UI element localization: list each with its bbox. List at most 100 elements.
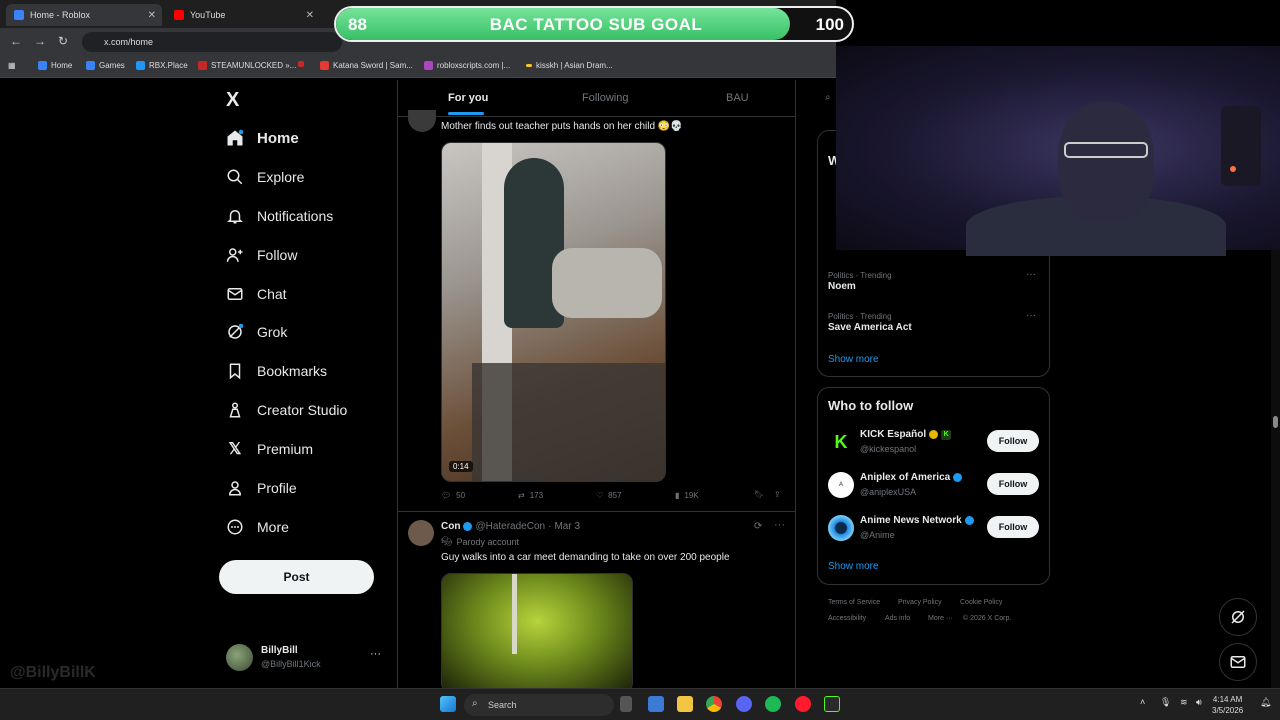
bookmark-kisskh[interactable]: kisskh | Asian Dram... [526, 61, 613, 70]
avatar [226, 644, 253, 671]
discord-icon[interactable] [736, 696, 752, 712]
bookmark-katana-sword[interactable]: Katana Sword | Sam... [320, 61, 413, 70]
avatar[interactable] [408, 520, 434, 546]
apps-grid-icon[interactable]: ▦ [8, 61, 16, 70]
nav-item-home[interactable]: Home [226, 126, 299, 150]
avatar[interactable] [408, 110, 436, 132]
x-logo[interactable]: X [226, 89, 239, 112]
suggestion-handle[interactable]: @kickespanol [860, 444, 916, 454]
tab-bau[interactable]: BAU [726, 92, 749, 104]
system-clock[interactable]: 4:14 AM 3/5/2026 [1212, 694, 1243, 716]
chevron-up-icon[interactable]: ˄ [1140, 697, 1145, 707]
scrollbar-thumb[interactable] [1273, 416, 1278, 428]
footer-cookie-link[interactable]: Cookie Policy [960, 599, 1002, 606]
nav-item-more[interactable]: More [226, 515, 289, 539]
nav-item-premium[interactable]: 𝕏 Premium [226, 437, 313, 461]
bookmark-home[interactable]: Home [38, 61, 72, 70]
follow-button[interactable]: Follow [987, 516, 1039, 538]
trend-item-save-america-act[interactable]: Save America Act [828, 322, 912, 333]
footer-copyright: © 2026 X Corp. [963, 615, 1012, 622]
grok-post-icon[interactable]: ⟳ [754, 521, 762, 532]
more-dots-icon[interactable]: ··· [370, 648, 381, 660]
nav-item-profile[interactable]: Profile [226, 476, 297, 500]
grok-fab-button[interactable] [1219, 598, 1257, 636]
taskbar-search[interactable]: ⌕ Search [464, 694, 614, 716]
post-video[interactable] [441, 573, 633, 688]
follow-button[interactable]: Follow [987, 430, 1039, 452]
footer-privacy-link[interactable]: Privacy Policy [898, 599, 942, 606]
bookmark-unnamed[interactable] [298, 61, 308, 67]
goal-title: BAC TATTOO SUB GOAL [489, 15, 703, 34]
messages-fab-button[interactable] [1219, 643, 1257, 681]
author-name[interactable]: Con [441, 521, 460, 532]
suggestion-handle[interactable]: @aniplexUSA [860, 487, 916, 497]
nav-item-creator-studio[interactable]: Creator Studio [226, 398, 347, 422]
bookmark-label: Home [51, 61, 73, 70]
bookmark-rbx-place[interactable]: RBX.Place [136, 61, 188, 70]
nav-item-explore[interactable]: Explore [226, 165, 304, 189]
author-handle[interactable]: @HateradeCon [475, 521, 545, 532]
browser-tab-youtube[interactable]: YouTube ✕ [166, 4, 320, 26]
nav-item-bookmarks[interactable]: Bookmarks [226, 359, 327, 383]
repost-button[interactable]: ⇄ 173 [518, 491, 543, 500]
spotify-icon[interactable] [765, 696, 781, 712]
reload-icon[interactable]: ↻ [58, 34, 68, 48]
follow-button[interactable]: Follow [987, 473, 1039, 495]
trend-item-noem[interactable]: Noem [828, 281, 856, 292]
avatar-kick[interactable]: K [828, 429, 854, 455]
notification-bell-icon[interactable]: 🔔︎ [1260, 697, 1271, 708]
more-dots-icon[interactable]: ··· [1026, 310, 1036, 321]
nav-item-grok[interactable]: Grok [226, 320, 287, 344]
show-more-trends-link[interactable]: Show more [828, 354, 879, 365]
url-field[interactable]: x.com/home [82, 32, 342, 52]
volume-icon[interactable]: 🔊︎ [1196, 697, 1202, 708]
chrome-icon[interactable] [706, 696, 722, 712]
footer-more-link[interactable]: More ··· [928, 615, 953, 622]
taskbar-app-icon[interactable] [824, 696, 840, 712]
tab-for-you[interactable]: For you [448, 92, 488, 104]
nav-item-chat[interactable]: Chat [226, 282, 287, 306]
more-dots-icon[interactable]: ··· [1026, 269, 1036, 280]
nav-item-notifications[interactable]: Notifications [226, 204, 333, 228]
microphone-icon[interactable]: 🎙︎ [1160, 697, 1171, 708]
footer-terms-link[interactable]: Terms of Service [828, 599, 880, 606]
browser-tab-roblox[interactable]: Home - Roblox ✕ [6, 4, 162, 26]
like-button[interactable]: ♡ 857 [596, 491, 622, 500]
post-video[interactable]: 0:14 [441, 142, 666, 482]
more-dots-icon[interactable]: ··· [774, 519, 785, 531]
bookmark-games[interactable]: Games [86, 61, 125, 70]
reply-button[interactable]: 💬︎ 50 [441, 491, 465, 500]
post-button[interactable]: Post [219, 560, 374, 594]
suggestion-handle[interactable]: @Anime [860, 530, 895, 540]
nav-label: Grok [257, 324, 288, 340]
taskbar-app-icon[interactable] [620, 696, 632, 712]
suggestion-name[interactable]: Anime News Network [860, 515, 974, 526]
bookmark-favicon-icon [526, 64, 532, 67]
footer-ads-info-link[interactable]: Ads info [885, 615, 910, 622]
footer-accessibility-link[interactable]: Accessibility [828, 615, 866, 622]
close-tab-icon[interactable]: ✕ [306, 10, 314, 21]
show-more-suggestions-link[interactable]: Show more [828, 561, 879, 572]
search-area[interactable]: ⌕ [817, 80, 837, 116]
wifi-icon[interactable]: ≋ [1180, 697, 1188, 708]
avatar-anime-news-network[interactable] [828, 515, 854, 541]
nav-item-follow[interactable]: Follow [226, 243, 297, 267]
forward-arrow-icon[interactable]: → [34, 34, 46, 48]
bookmark-steamunlocked[interactable]: STEAMUNLOCKED »... [198, 61, 296, 70]
tab-following[interactable]: Following [582, 92, 628, 104]
avatar-aniplex[interactable]: A [828, 472, 854, 498]
back-arrow-icon[interactable]: ← [10, 34, 22, 48]
views-button[interactable]: ▮ 19K [675, 491, 699, 500]
taskbar-app-icon[interactable] [648, 696, 664, 712]
suggestion-name[interactable]: Aniplex of America [860, 472, 963, 483]
file-explorer-icon[interactable] [677, 696, 693, 712]
post-date[interactable]: Mar 3 [554, 521, 580, 532]
bookmark-post-icon[interactable]: 🔖︎ [754, 490, 764, 499]
close-tab-icon[interactable]: ✕ [148, 10, 156, 21]
suggestion-name[interactable]: KICK Español K [860, 429, 952, 440]
opera-icon[interactable] [795, 696, 811, 712]
bookmark-robloxscripts[interactable]: robloxscripts.com |... [424, 61, 510, 70]
share-icon[interactable]: ⇪ [774, 490, 781, 499]
account-switcher[interactable]: BillyBill @BillyBill1Kick ··· [226, 642, 386, 674]
windows-start-icon[interactable] [440, 696, 456, 712]
